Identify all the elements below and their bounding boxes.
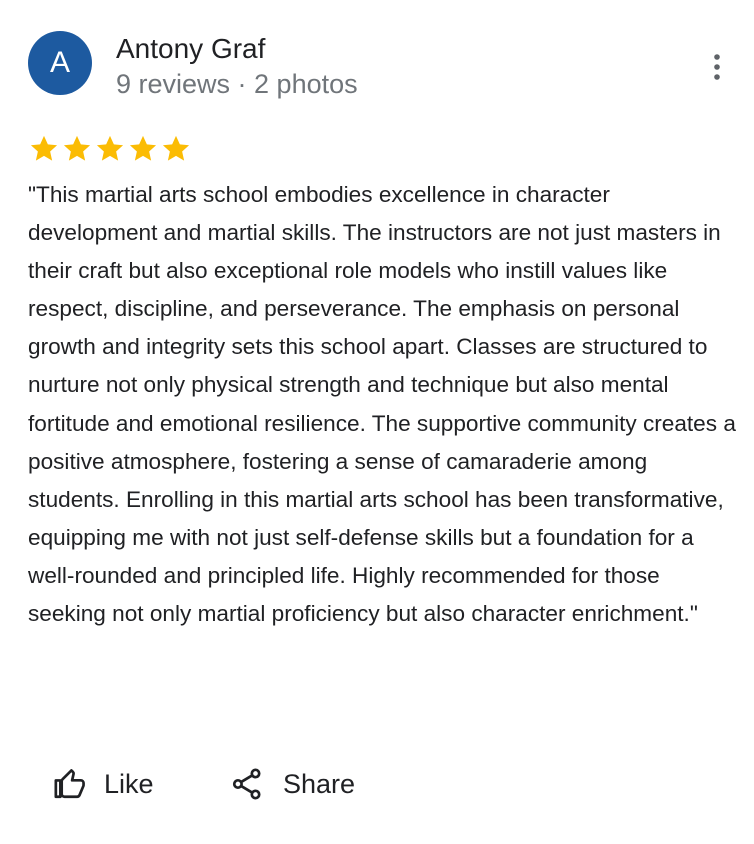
star-icon: [63, 135, 91, 161]
star-icon: [129, 135, 157, 161]
review-text: "This martial arts school embodies excel…: [28, 182, 736, 627]
star-icon: [96, 135, 124, 161]
star-rating: [28, 133, 192, 165]
star-icon: [30, 135, 58, 161]
share-icon: [229, 766, 265, 802]
more-options-button[interactable]: [700, 50, 734, 84]
like-button[interactable]: Like: [52, 762, 154, 806]
more-vert-icon: [714, 54, 720, 80]
avatar-letter: A: [49, 46, 70, 79]
share-button[interactable]: Share: [229, 762, 355, 806]
like-label: Like: [104, 768, 154, 799]
share-label: Share: [283, 768, 356, 799]
author-meta: 9 reviews · 2 photos: [116, 69, 358, 99]
star-icon: [162, 135, 190, 161]
avatar[interactable]: A: [28, 31, 92, 95]
review-card: A Antony Graf 9 reviews · 2 photos "This…: [0, 0, 754, 844]
author-name[interactable]: Antony Graf: [116, 31, 265, 67]
thumbs-up-icon: [52, 766, 88, 802]
